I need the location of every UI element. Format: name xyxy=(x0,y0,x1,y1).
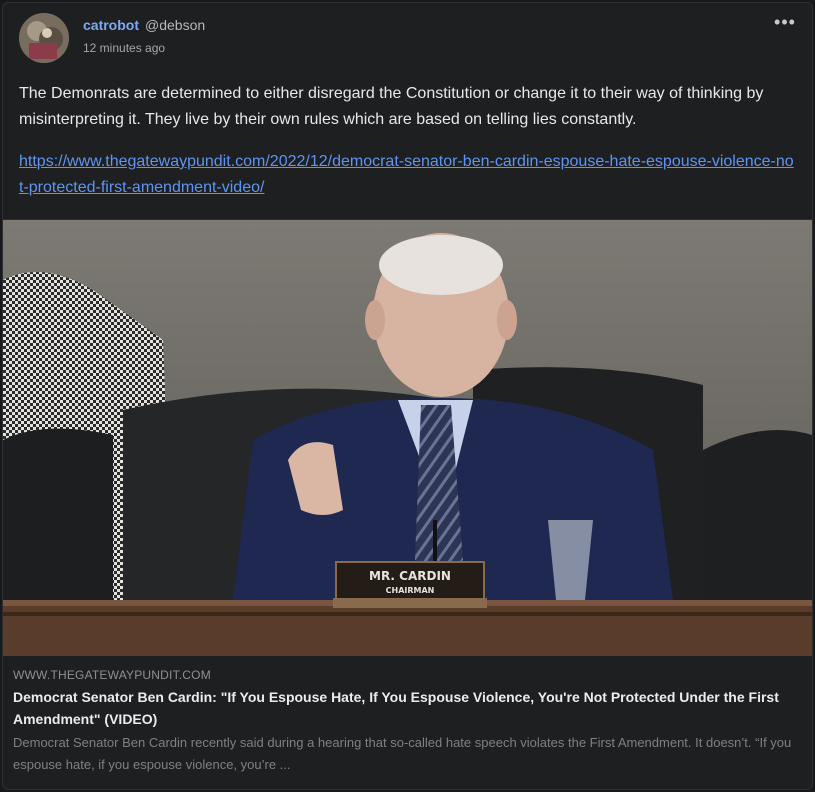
nameplate-name: MR. CARDIN xyxy=(369,569,451,583)
post-timestamp[interactable]: 12 minutes ago xyxy=(83,41,165,55)
author-line: catrobot @debson xyxy=(83,17,205,33)
link-preview-card[interactable]: MR. CARDIN CHAIRMAN WWW.THEGATEWAYPUNDIT… xyxy=(3,219,812,789)
ellipsis-icon[interactable]: ••• xyxy=(774,11,796,33)
post-card: catrobot @debson 12 minutes ago ••• The D… xyxy=(2,2,813,790)
nameplate-title: CHAIRMAN xyxy=(386,586,435,595)
post-body: The Demonrats are determined to either d… xyxy=(19,85,764,128)
author-avatar[interactable] xyxy=(19,13,69,63)
post-link[interactable]: https://www.thegatewaypundit.com/2022/12… xyxy=(19,149,794,201)
card-title[interactable]: Democrat Senator Ben Cardin: "If You Esp… xyxy=(13,686,803,730)
card-description: Democrat Senator Ben Cardin recently sai… xyxy=(13,735,792,772)
author-name[interactable]: catrobot xyxy=(83,17,139,33)
preview-image[interactable]: MR. CARDIN CHAIRMAN xyxy=(3,220,812,656)
author-handle[interactable]: @debson xyxy=(145,17,205,33)
card-domain: WWW.THEGATEWAYPUNDIT.COM xyxy=(13,668,211,682)
